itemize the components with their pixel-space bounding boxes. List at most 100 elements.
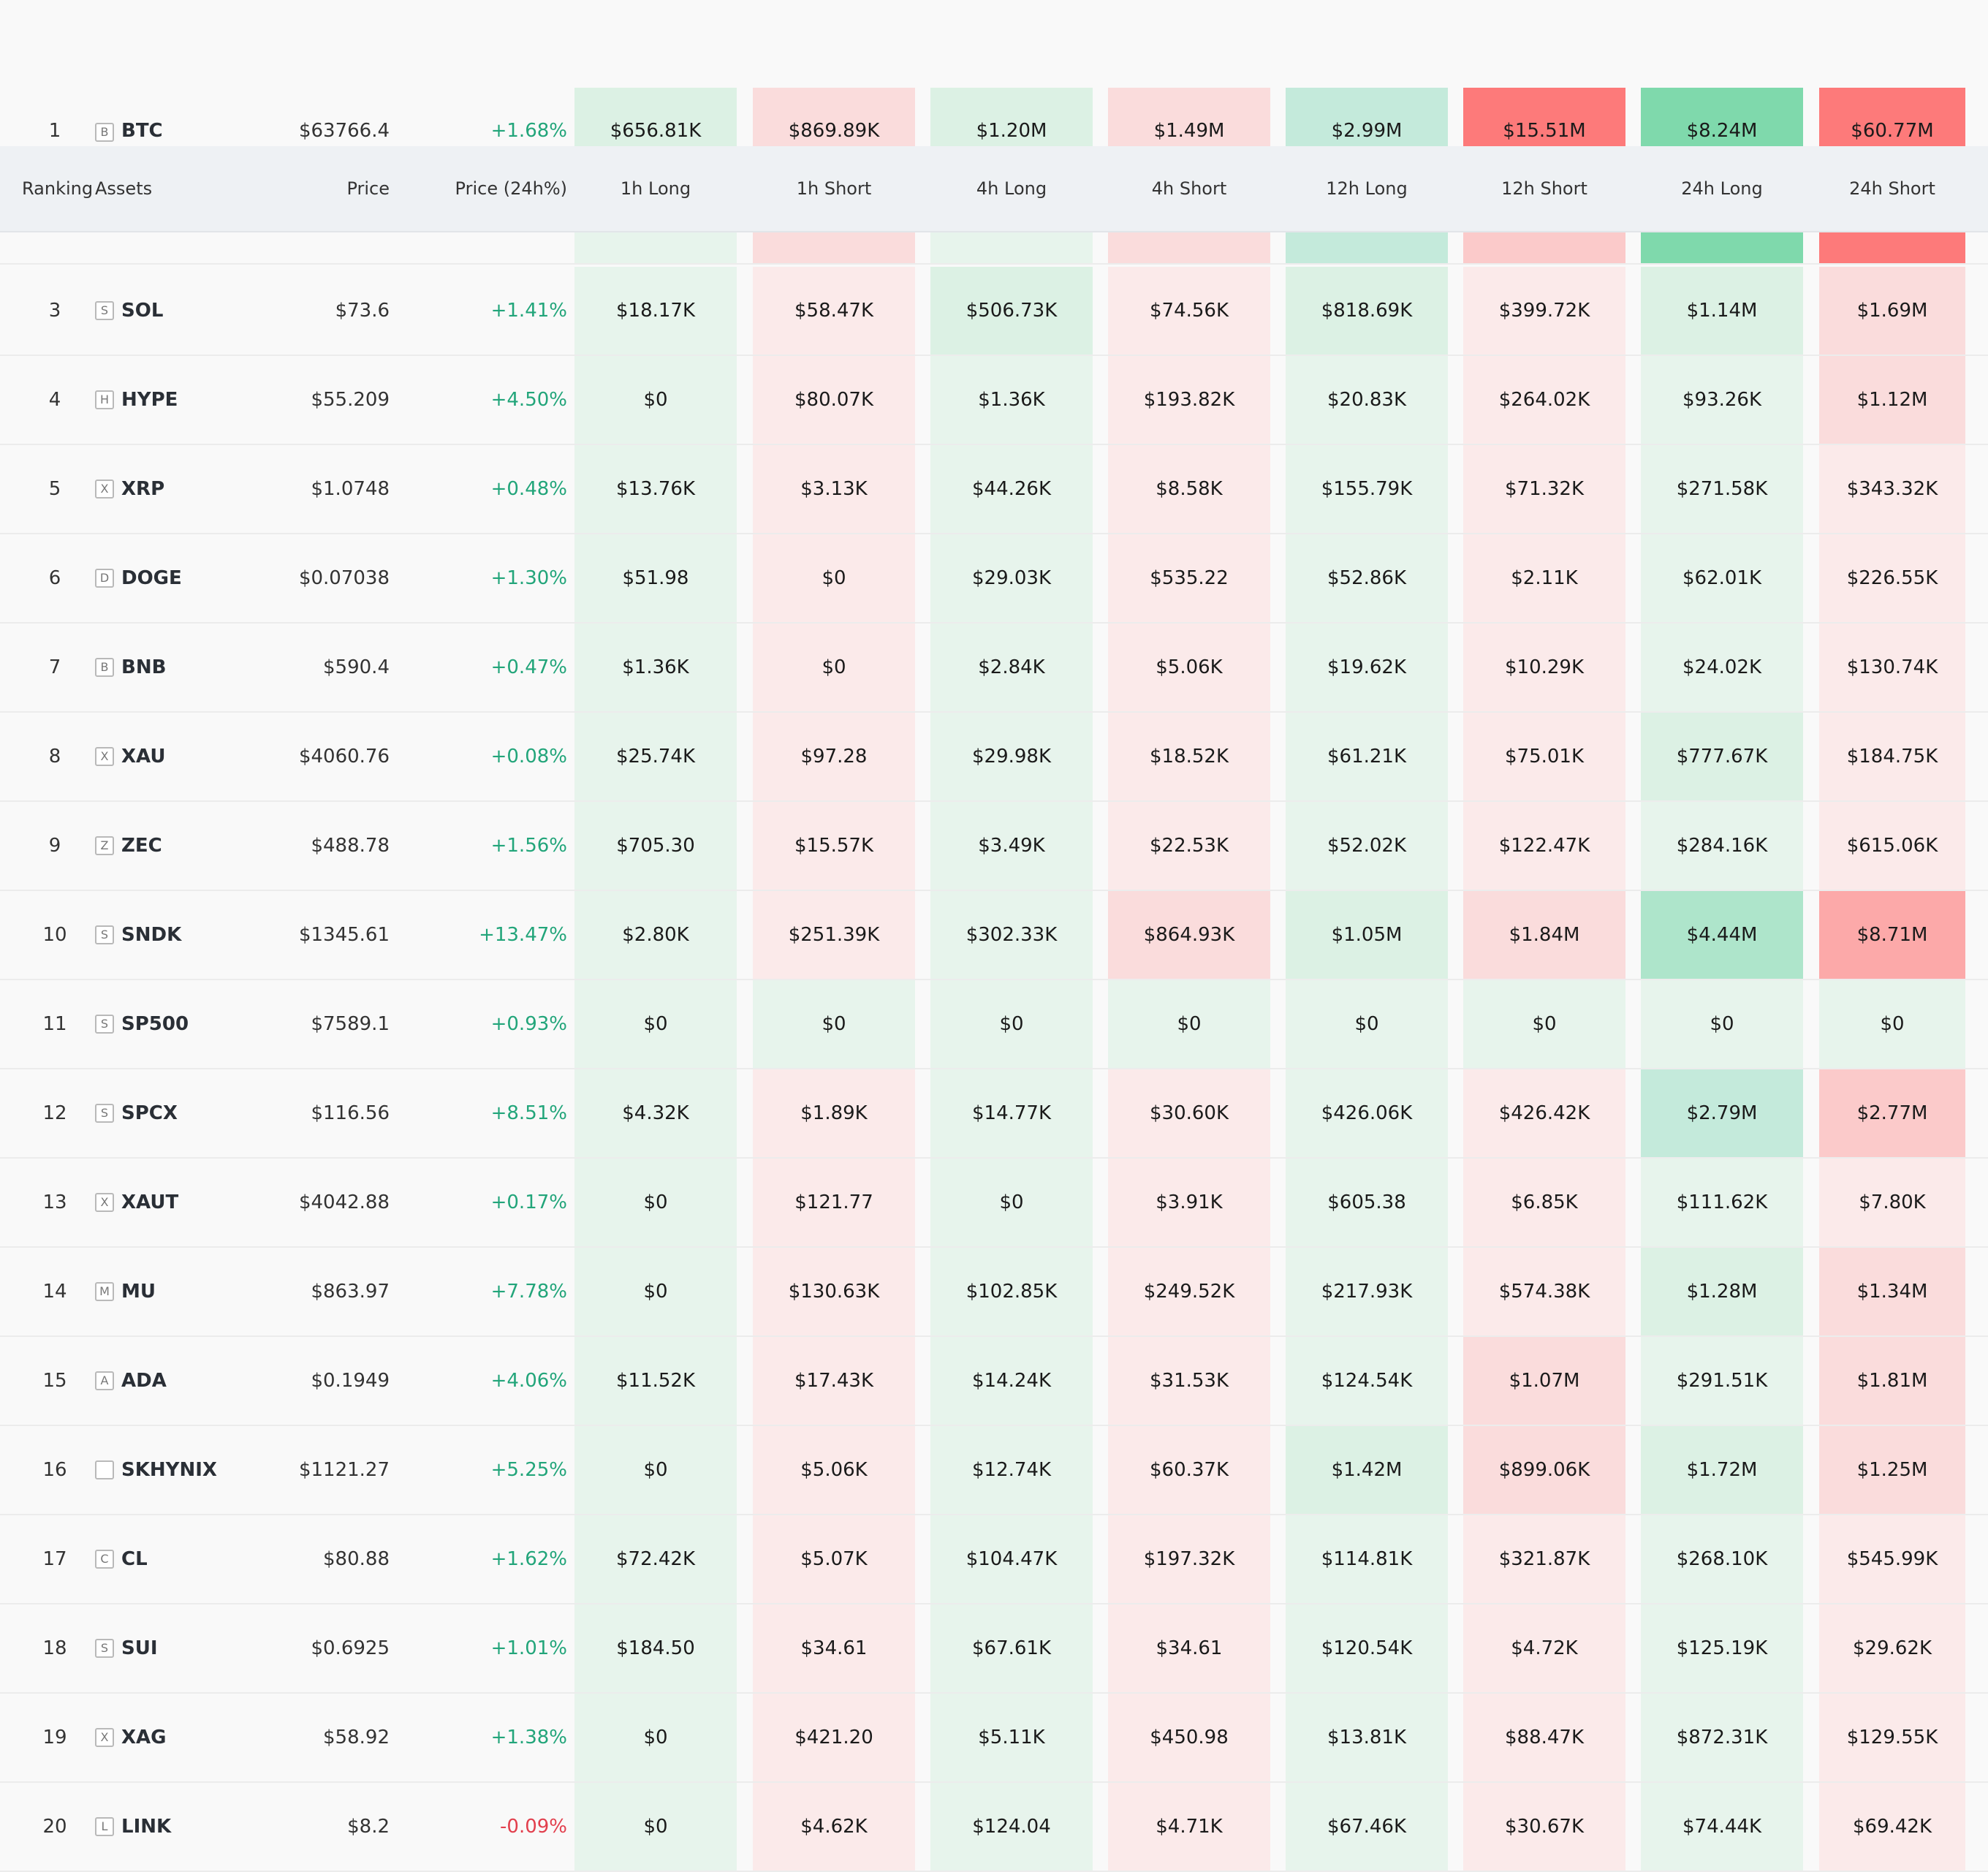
table-row[interactable]: $4.32K $1.89K $14.77K $30.60K $426.06K $426.4… [0, 1069, 1988, 1159]
header-24h-short[interactable]: 24h Short [1819, 146, 1965, 231]
cell-1h-long: $0 [574, 356, 737, 444]
asset-symbol[interactable]: SKHYNIX [121, 1459, 217, 1481]
price-change-24h: +1.30% [490, 567, 567, 589]
asset-symbol[interactable]: MU [121, 1281, 156, 1303]
cell-4h-long: $0 [930, 1159, 1093, 1246]
cell-12h-short: $15.51M [1463, 88, 1625, 146]
table-row[interactable]: $705.30 $15.57K $3.49K $22.53K $52.02K $122.4… [0, 802, 1988, 891]
table-row[interactable]: $11.52K $17.43K $14.24K $31.53K $124.54K $1.0… [0, 1337, 1988, 1426]
cell-1h-long: $2.80K [574, 891, 737, 979]
asset-symbol[interactable]: SNDK [121, 924, 181, 946]
table-row[interactable]: $51.98 $0 $29.03K $535.22 $52.86K $2.11K $62.0… [0, 534, 1988, 624]
price-change-24h: +7.78% [490, 1281, 567, 1303]
table-row[interactable]: $184.50 $34.61 $67.61K $34.61 $120.54K $4.72K… [0, 1604, 1988, 1694]
cell-12h-short: $88.47K [1463, 1694, 1625, 1781]
header-1h-long[interactable]: 1h Long [574, 146, 737, 231]
asset-symbol[interactable]: SUI [121, 1637, 158, 1659]
price-change-24h: +1.38% [490, 1727, 567, 1748]
asset-price: $4060.76 [298, 746, 390, 768]
asset-symbol[interactable]: XRP [121, 478, 164, 500]
table-row[interactable]: $0 $130.63K $102.85K $249.52K $217.93K $574.3… [0, 1248, 1988, 1337]
asset-logo-icon: S [95, 1015, 114, 1034]
asset-logo-icon: Z [95, 836, 114, 855]
table-row[interactable]: $0 $4.62K $124.04 $4.71K $67.46K $30.67K $74.4… [0, 1783, 1988, 1872]
cell-1h-short: $5.06K [753, 1426, 915, 1514]
rank-number: 15 [42, 1370, 67, 1392]
rank-number: 1 [48, 120, 61, 142]
table-row[interactable]: $0 $0 $0 $0 $0 $0 $0 $0 11 S SP500 $7589.1 +0.93% [0, 980, 1988, 1069]
header-1h-short[interactable]: 1h Short [753, 146, 915, 231]
cell-24h-short: $2.77M [1819, 1069, 1965, 1157]
asset-symbol[interactable]: ADA [121, 1370, 167, 1392]
header-ranking[interactable]: Ranking [22, 146, 93, 231]
cell-1h-long: $11.52K [574, 1337, 737, 1425]
asset-logo-icon: C [95, 1550, 114, 1569]
table-row[interactable] [0, 231, 1988, 265]
table-row[interactable]: $18.17K $58.47K $506.73K $74.56K $818.69K $39… [0, 267, 1988, 356]
header-12h-short[interactable]: 12h Short [1463, 146, 1625, 231]
asset-price: $1121.27 [298, 1459, 390, 1481]
rank-number: 16 [42, 1459, 67, 1481]
cell-12h-long [1286, 231, 1448, 263]
cell-4h-short [1108, 231, 1270, 263]
table-row[interactable]: $656.81K $869.89K $1.20M $1.49M $2.99M $15.51… [0, 88, 1988, 146]
cell-24h-short: $130.74K [1819, 624, 1965, 711]
asset-symbol[interactable]: HYPE [121, 389, 178, 411]
cell-24h-short: $8.71M [1819, 891, 1965, 979]
cell-1h-short: $869.89K [753, 88, 915, 146]
cell-12h-short: $321.87K [1463, 1515, 1625, 1603]
asset-symbol[interactable]: ZEC [121, 835, 162, 857]
asset-symbol[interactable]: CL [121, 1548, 148, 1570]
asset-symbol[interactable]: DOGE [121, 567, 182, 589]
cell-24h-long: $268.10K [1641, 1515, 1803, 1603]
cell-1h-long: $705.30 [574, 802, 737, 890]
table-row[interactable]: $0 $421.20 $5.11K $450.98 $13.81K $88.47K $872… [0, 1694, 1988, 1783]
cell-24h-short: $1.69M [1819, 267, 1965, 355]
asset-logo-icon: L [95, 1817, 114, 1836]
asset-symbol[interactable]: LINK [121, 1816, 171, 1838]
cell-4h-short: $249.52K [1108, 1248, 1270, 1335]
cell-4h-short: $60.37K [1108, 1426, 1270, 1514]
table-row[interactable]: $13.76K $3.13K $44.26K $8.58K $155.79K $71.32… [0, 445, 1988, 534]
header-4h-short[interactable]: 4h Short [1108, 146, 1270, 231]
asset-symbol[interactable]: SPCX [121, 1102, 178, 1124]
header-4h-long[interactable]: 4h Long [930, 146, 1093, 231]
asset-price: $55.209 [311, 389, 390, 411]
table-row[interactable]: $1.36K $0 $2.84K $5.06K $19.62K $10.29K $24.02… [0, 624, 1988, 713]
cell-4h-short: $18.52K [1108, 713, 1270, 800]
price-change-24h: +4.06% [490, 1370, 567, 1392]
header-assets[interactable]: Assets [95, 146, 152, 231]
cell-4h-long: $2.84K [930, 624, 1093, 711]
table-row[interactable]: $0 $5.06K $12.74K $60.37K $1.42M $899.06K $1.7… [0, 1426, 1988, 1515]
asset-symbol[interactable]: BNB [121, 656, 166, 678]
cell-1h-long [574, 231, 737, 263]
header-price[interactable]: Price [241, 146, 390, 231]
cell-1h-short: $17.43K [753, 1337, 915, 1425]
header-price-change[interactable]: Price (24h%) [409, 146, 567, 231]
asset-symbol[interactable]: XAG [121, 1727, 167, 1748]
price-change-24h: +5.25% [490, 1459, 567, 1481]
cell-12h-short: $2.11K [1463, 534, 1625, 622]
asset-symbol[interactable]: SOL [121, 300, 163, 322]
table-row[interactable]: $0 $80.07K $1.36K $193.82K $20.83K $264.02K $9… [0, 356, 1988, 445]
asset-symbol[interactable]: XAU [121, 746, 165, 768]
table-row[interactable]: $25.74K $97.28 $29.98K $18.52K $61.21K $75.01… [0, 713, 1988, 802]
price-change-24h: -0.09% [500, 1816, 567, 1838]
asset-logo-icon: S [95, 1104, 114, 1123]
asset-symbol[interactable]: SP500 [121, 1013, 189, 1035]
asset-symbol[interactable]: BTC [121, 120, 163, 142]
header-24h-long[interactable]: 24h Long [1641, 146, 1803, 231]
price-change-24h: +0.47% [490, 656, 567, 678]
asset-symbol[interactable]: XAUT [121, 1191, 178, 1213]
cell-1h-short: $0 [753, 624, 915, 711]
cell-1h-short: $58.47K [753, 267, 915, 355]
table-row[interactable]: $2.80K $251.39K $302.33K $864.93K $1.05M $1.8… [0, 891, 1988, 980]
cell-24h-long: $1.14M [1641, 267, 1803, 355]
cell-4h-short: $74.56K [1108, 267, 1270, 355]
cell-12h-short [1463, 231, 1625, 263]
header-12h-long[interactable]: 12h Long [1286, 146, 1448, 231]
table-row[interactable]: $0 $121.77 $0 $3.91K $605.38 $6.85K $111.62K $7… [0, 1159, 1988, 1248]
asset-price: $58.92 [323, 1727, 390, 1748]
table-row[interactable]: $72.42K $5.07K $104.47K $197.32K $114.81K $32… [0, 1515, 1988, 1604]
cell-1h-long: $0 [574, 1248, 737, 1335]
